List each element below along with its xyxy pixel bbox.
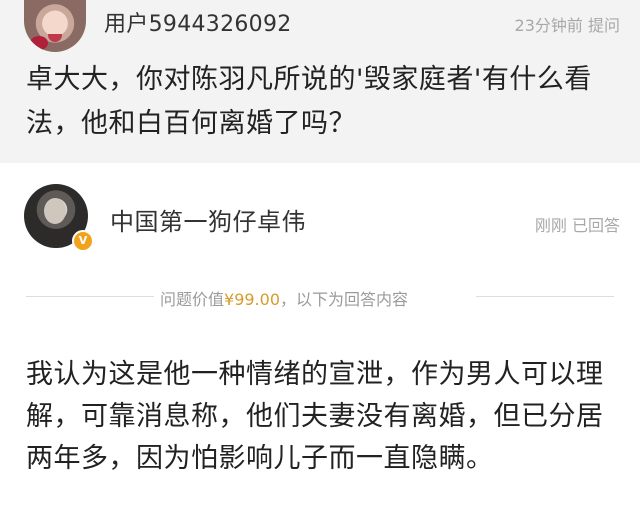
- asker-username[interactable]: 用户5944326092: [104, 6, 292, 38]
- rose-icon: [30, 36, 48, 50]
- question-card: 用户5944326092 23分钟前 提问 卓大大，你对陈羽凡所说的'毁家庭者'…: [0, 0, 640, 163]
- avatar-face: [44, 198, 66, 224]
- price-divider: 问题价值¥99.00，以下为回答内容: [0, 284, 640, 310]
- question-text: 卓大大，你对陈羽凡所说的'毁家庭者'有什么看法，他和白百何离婚了吗？: [26, 64, 592, 139]
- question-timestamp: 23分钟前 提问: [514, 16, 620, 35]
- divider-line-left: [26, 296, 154, 297]
- avatar-mouth: [48, 34, 62, 42]
- answer-status: 刚刚 已回答: [534, 216, 620, 235]
- asker-avatar[interactable]: [24, 0, 86, 52]
- price-divider-text: 问题价值¥99.00，以下为回答内容: [160, 286, 408, 310]
- question-price: ¥99.00: [224, 290, 280, 309]
- answerer-name[interactable]: 中国第一狗仔卓伟: [110, 202, 306, 237]
- answer-header: V 中国第一狗仔卓伟 刚刚 已回答: [0, 178, 640, 258]
- divider-suffix: ，以下为回答内容: [280, 290, 409, 309]
- answer-text: 我认为这是他一种情绪的宣泄，作为男人可以理解，可靠消息称，他们夫妻没有离婚，但已…: [26, 359, 604, 474]
- verified-badge-icon: V: [72, 230, 94, 252]
- divider-prefix: 问题价值: [160, 290, 225, 309]
- divider-line-right: [476, 296, 614, 297]
